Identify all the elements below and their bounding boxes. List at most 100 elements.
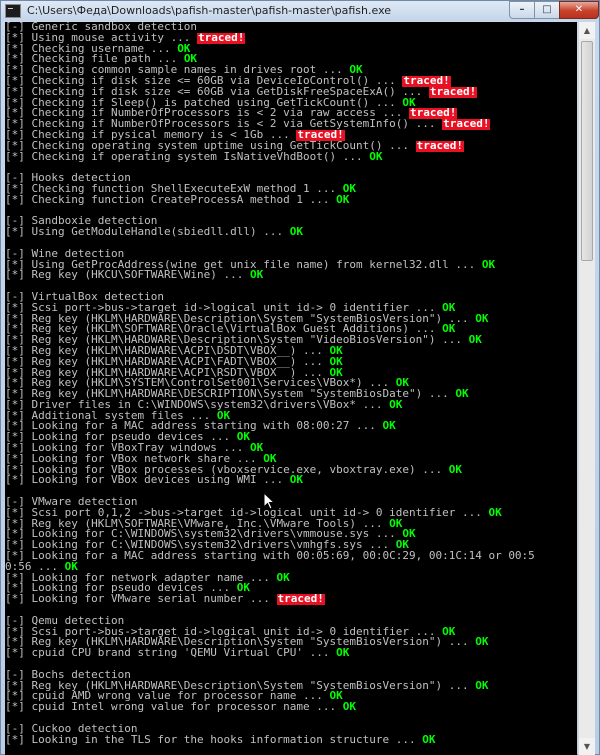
console-line: [*] Looking for VBox processes (vboxserv… [5, 465, 577, 476]
console-line: [-] Cuckoo detection [5, 724, 577, 735]
console-line-text: [*] Additional system files ... [5, 410, 217, 422]
console-line-text: [*] Checking if NumberOfProcessors is < … [5, 119, 443, 130]
status-ok: OK [263, 453, 277, 465]
console-line-text: [*] Checking if pysical memory is < 1Gb … [5, 129, 297, 141]
status-ok: OK [442, 626, 456, 638]
console-line: [*] Using mouse activity ... traced! [5, 32, 577, 44]
console-line-text: [*] Reg key (HKCU\SOFTWARE\Wine) ... [5, 270, 251, 282]
console-line: [*] Checking if operating system IsNativ… [5, 152, 577, 163]
console-line: [*] Using GetProcAddress(wine_get_unix_f… [5, 260, 577, 271]
minimize-button[interactable]: – [509, 1, 535, 19]
console-line-text: [*] Scsi port 0,1,2 ->bus->target id->lo… [5, 507, 489, 519]
console-line: [*] Reg key (HKLM\HARDWARE\Description\S… [5, 335, 577, 346]
console-line-text: [-] Sandboxie detection [5, 216, 158, 228]
mouse-pointer-icon [263, 492, 275, 510]
console-line: [*] Checking if NumberOfProcessors is < … [5, 119, 577, 130]
console-line-text: [*] Looking for network adapter name ... [5, 572, 277, 584]
console-line-text: [-] VMware detection [5, 497, 138, 508]
console-line-text: [*] Reg key (HKLM\SOFTWARE\VMware, Inc.\… [5, 518, 390, 530]
console-line: [*] Reg key (HKLM\HARDWARE\ACPI\RSDT\VBO… [5, 368, 577, 379]
status-ok: OK [389, 518, 403, 530]
vertical-scrollbar[interactable]: ▲ ▼ [578, 22, 595, 755]
status-ok: OK [442, 324, 456, 336]
console-line-text: [-] Hooks detection [5, 173, 131, 184]
console-line-text: [-] Cuckoo detection [5, 723, 138, 735]
console-line-text: [*] Checking if Sleep() is patched using… [5, 97, 403, 109]
console-line-text: [*] Reg key (HKLM\SOFTWARE\Oracle\Virtua… [5, 324, 443, 336]
status-ok: OK [488, 507, 502, 519]
console-line-text: [*] Reg key (HKLM\HARDWARE\Description\S… [5, 637, 476, 649]
status-ok: OK [336, 648, 350, 660]
console-line-text: [*] cpuid CPU brand string 'QEMU Virtual… [5, 648, 337, 660]
console-line-text: [*] Looking for VMware serial number ... [5, 594, 277, 606]
console-line-text: [*] Reg key (HKLM\HARDWARE\Description\S… [5, 680, 476, 692]
console-line: [*] Checking function ShellExecuteExW me… [5, 184, 577, 195]
status-ok: OK [369, 151, 383, 163]
console-line-text: [*] Reg key (HKLM\HARDWARE\Description\S… [5, 313, 476, 325]
console-line: [*] Reg key (HKCU\SOFTWARE\Wine) ... OK [5, 270, 577, 281]
console-line: [*] Reg key (HKLM\SOFTWARE\VMware, Inc.\… [5, 519, 577, 530]
status-ok: OK [183, 54, 198, 66]
console-line-text: [*] Checking if operating system IsNativ… [5, 151, 370, 163]
console-line: [*] Looking for VBoxTray windows ... OK [5, 443, 577, 454]
status-ok: OK [250, 443, 264, 454]
console-line-text: [*] Looking for a MAC address starting w… [5, 551, 535, 562]
status-ok: OK [402, 97, 416, 109]
console-line-text: [-] Wine detection [5, 248, 125, 260]
console-line: [*] Driver files in C:\WINDOWS\system32\… [5, 400, 577, 411]
status-ok: OK [402, 529, 416, 541]
status-ok: OK [289, 227, 304, 238]
console-line: [*] Checking function CreateProcessA met… [5, 195, 577, 206]
console-line: [*] Looking for VBox devices using WMI .… [5, 475, 577, 486]
status-traced-badge: traced! [402, 75, 451, 87]
status-ok: OK [475, 637, 489, 649]
scrollbar-thumb[interactable] [581, 41, 593, 261]
console-line-text: [*] cpuid AMD wrong value for processor … [5, 691, 330, 703]
console-window: C:\Users\Феда\Downloads\pafish-master\pa… [0, 0, 600, 755]
console-output[interactable]: [-] Generic sandbox detection [*] Using m… [5, 22, 577, 755]
console-line-text: [*] Scsi port->bus->target id->logical u… [5, 302, 443, 314]
console-line: [*] Checking common sample names in driv… [5, 65, 577, 76]
status-ok: OK [389, 399, 403, 411]
console-line-text: [*] Looking for pseudo devices ... [5, 583, 237, 595]
status-ok: OK [468, 335, 482, 346]
console-line-text: [-] VirtualBox detection [5, 291, 164, 303]
status-ok: OK [475, 313, 489, 325]
status-ok: OK [342, 702, 357, 713]
console-line: [*] Reg key (HKLM\HARDWARE\DESCRIPTION\S… [5, 389, 577, 400]
title-bar[interactable]: C:\Users\Феда\Downloads\pafish-master\pa… [1, 1, 599, 21]
status-ok: OK [289, 475, 304, 487]
console-line: [*] Checking if disk size <= 60GB via De… [5, 75, 577, 87]
console-line: [-] Bochs detection [5, 670, 577, 681]
console-line: [*] cpuid CPU brand string 'QEMU Virtual… [5, 648, 577, 659]
console-line-text: [*] Looking for VBox processes (vboxserv… [5, 464, 449, 476]
console-line-text: [*] Reg key (HKLM\HARDWARE\ACPI\DSDT\VBO… [5, 345, 330, 357]
maximize-button[interactable]: □ [534, 1, 560, 19]
console-line: [*] Scsi port->bus->target id->logical u… [5, 303, 577, 314]
console-line-text: [*] Reg key (HKLM\HARDWARE\DESCRIPTION\S… [5, 389, 456, 400]
close-button[interactable]: ✕ [559, 1, 599, 19]
scroll-up-icon[interactable]: ▲ [579, 22, 595, 39]
console-line-text: [*] Looking for C:\WINDOWS\system32\driv… [5, 540, 396, 552]
status-ok: OK [455, 389, 469, 400]
console-line-text: [*] Reg key (HKLM\HARDWARE\ACPI\FADT\VBO… [5, 356, 330, 368]
status-ok: OK [250, 270, 264, 282]
console-line-text: [-] Generic sandbox detection [5, 22, 198, 33]
console-line: [*] Looking for VBox network share ... O… [5, 454, 577, 465]
scroll-down-icon[interactable]: ▼ [579, 738, 595, 755]
console-line-text: [-] Qemu detection [5, 615, 125, 627]
console-line-text: [*] Using GetModuleHandle(sbiedll.dll) .… [5, 227, 290, 238]
console-line-text: [*] Checking file path ... [5, 54, 184, 66]
console-line-text: [*] Reg key (HKLM\SYSTEM\ControlSet001\S… [5, 378, 396, 390]
status-ok: OK [329, 367, 343, 379]
console-line: [*] Reg key (HKLM\SYSTEM\ControlSet001\S… [5, 378, 577, 389]
status-ok: OK [329, 356, 343, 368]
console-line-text: [*] Looking for pseudo devices ... [5, 432, 237, 444]
status-ok: OK [395, 378, 409, 390]
status-ok: OK [216, 410, 231, 422]
